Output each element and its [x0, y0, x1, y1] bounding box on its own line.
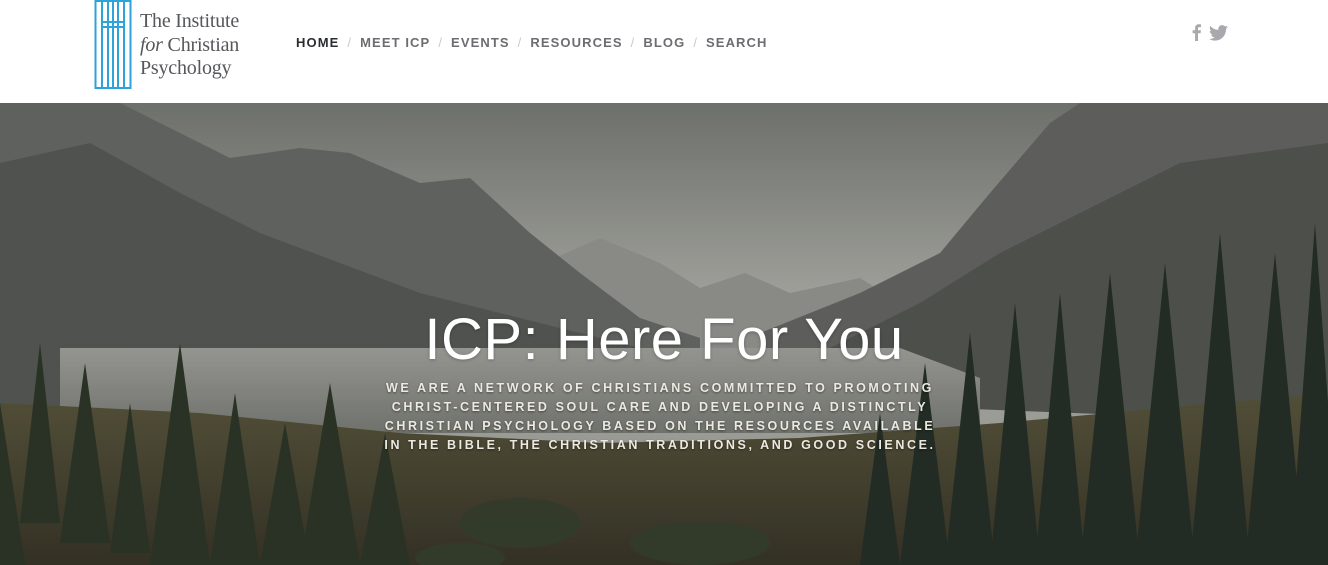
nav-separator: /	[630, 35, 636, 50]
hero-title: ICP: Here For You	[424, 307, 904, 372]
nav-item-search[interactable]: SEARCH	[706, 35, 768, 50]
nav-separator: /	[438, 35, 444, 50]
site-header: The Institute for Christian Psychology H…	[0, 0, 1328, 103]
logo-line-2-rest: Christian	[162, 33, 240, 56]
main-nav: HOME / MEET ICP / EVENTS / RESOURCES / B…	[296, 35, 768, 50]
twitter-icon[interactable]	[1209, 24, 1228, 46]
nav-item-events[interactable]: EVENTS	[451, 35, 510, 50]
logo-line-2-italic: for	[140, 33, 163, 56]
nav-item-home[interactable]: HOME	[296, 35, 339, 50]
nav-separator: /	[693, 35, 699, 50]
cross-logo-icon	[94, 0, 132, 89]
site-logo[interactable]: The Institute for Christian Psychology	[94, 0, 254, 92]
logo-line-2: for Christian	[140, 34, 239, 58]
nav-item-meet-icp[interactable]: MEET ICP	[360, 35, 430, 50]
logo-wordmark: The Institute for Christian Psychology	[140, 10, 239, 81]
logo-line-3: Psychology	[140, 57, 232, 79]
nav-item-blog[interactable]: BLOG	[643, 35, 685, 50]
hero-banner: ICP: Here For You WE ARE A NETWORK OF CH…	[0, 103, 1328, 565]
facebook-icon[interactable]	[1192, 24, 1201, 46]
nav-separator: /	[347, 35, 353, 50]
hero-subtitle: WE ARE A NETWORK OF CHRISTIANS COMMITTED…	[384, 381, 936, 452]
nav-separator: /	[517, 35, 523, 50]
social-links	[1192, 24, 1228, 46]
logo-line-1: The Institute	[140, 10, 240, 32]
nav-item-resources[interactable]: RESOURCES	[530, 35, 622, 50]
